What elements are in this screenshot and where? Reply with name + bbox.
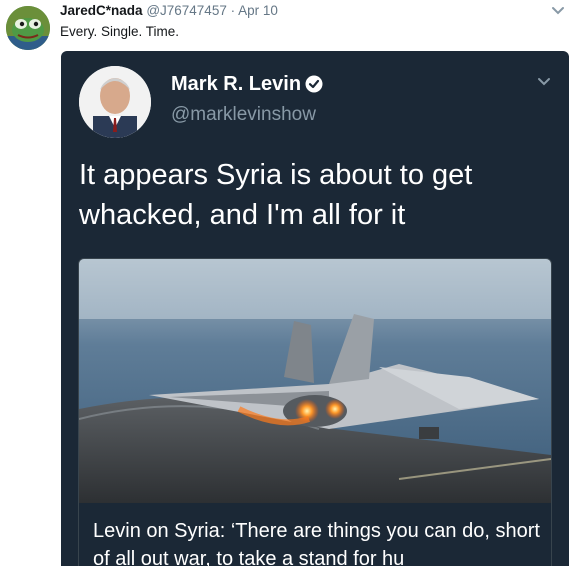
user-avatar[interactable]	[6, 6, 50, 50]
portrait-avatar-icon	[79, 66, 151, 138]
user-handle[interactable]: @J76747457	[146, 3, 227, 18]
fighter-jet-image	[79, 259, 551, 503]
frog-avatar-icon	[6, 6, 50, 50]
quoted-tweet-card[interactable]: Mark R. Levin @marklevinshow It appears …	[61, 51, 569, 566]
verified-badge-icon	[305, 75, 323, 93]
tweet-text: Every. Single. Time.	[60, 24, 180, 39]
tweet-header: JaredC*nada @J76747457 · Apr 10	[60, 3, 278, 18]
link-preview-title[interactable]: Levin on Syria: ‘There are things you ca…	[93, 517, 543, 566]
display-name[interactable]: JaredC*nada	[60, 3, 143, 18]
chevron-down-icon[interactable]	[551, 6, 565, 16]
chevron-down-icon[interactable]	[537, 77, 551, 87]
quoted-display-name[interactable]: Mark R. Levin	[171, 73, 301, 96]
tweet: JaredC*nada @J76747457 · Apr 10 Every. S…	[0, 0, 573, 566]
tweet-date[interactable]: Apr 10	[238, 3, 278, 18]
link-preview-card[interactable]: Levin on Syria: ‘There are things you ca…	[78, 258, 552, 566]
header-separator: ·	[230, 3, 236, 18]
quoted-handle[interactable]: @marklevinshow	[171, 104, 316, 126]
quoted-avatar[interactable]	[79, 66, 151, 138]
quoted-tweet-text: It appears Syria is about to get whacked…	[79, 159, 473, 231]
